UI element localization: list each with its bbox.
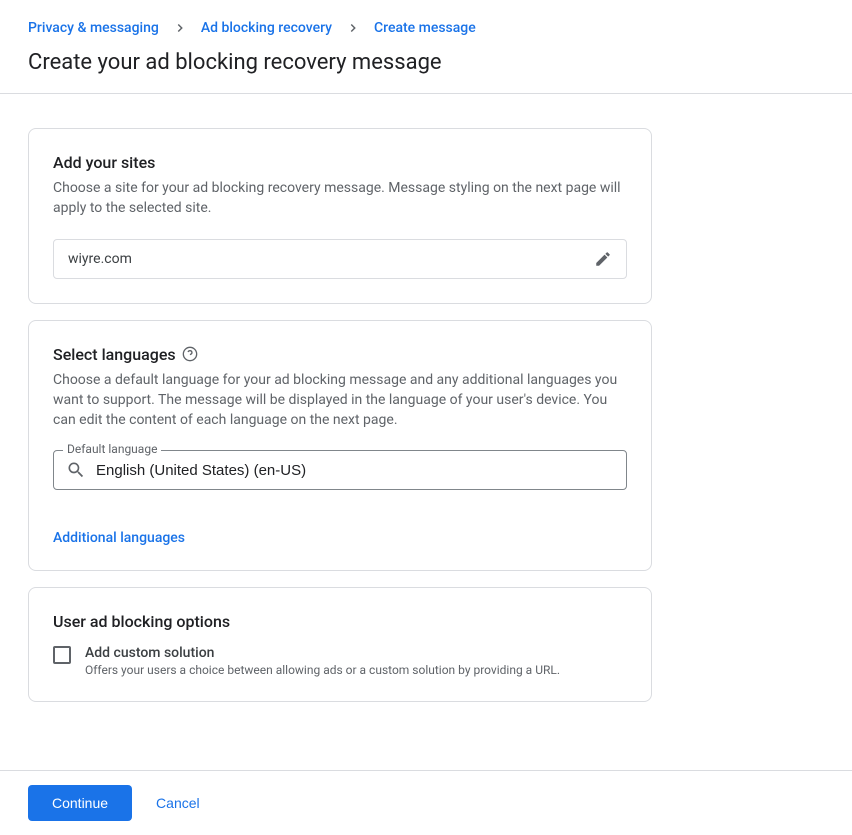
cancel-button[interactable]: Cancel [156,795,200,811]
add-sites-description: Choose a site for your ad blocking recov… [53,178,627,219]
help-icon[interactable] [182,346,198,362]
custom-solution-label: Add custom solution [85,645,560,661]
add-sites-title: Add your sites [53,153,627,172]
default-language-field[interactable] [53,450,627,490]
select-languages-title-text: Select languages [53,345,176,364]
site-value: wiyre.com [68,251,132,267]
chevron-right-icon [346,21,360,35]
user-options-title: User ad blocking options [53,612,627,631]
chevron-right-icon [173,21,187,35]
add-sites-card: Add your sites Choose a site for your ad… [28,128,652,304]
continue-button[interactable]: Continue [28,785,132,821]
default-language-label: Default language [63,442,161,456]
select-languages-description: Choose a default language for your ad bl… [53,370,627,431]
pencil-icon[interactable] [594,250,612,268]
footer-actions: Continue Cancel [0,770,852,835]
search-icon [66,460,86,480]
select-languages-title: Select languages [53,345,627,364]
site-selector[interactable]: wiyre.com [53,239,627,279]
breadcrumb-create[interactable]: Create message [374,20,476,36]
additional-languages-link[interactable]: Additional languages [53,530,185,546]
breadcrumb-adblocking[interactable]: Ad blocking recovery [201,20,332,36]
breadcrumb: Privacy & messaging Ad blocking recovery… [28,20,824,36]
custom-solution-checkbox[interactable] [53,646,71,664]
select-languages-card: Select languages Choose a default langua… [28,320,652,572]
default-language-input[interactable] [96,462,614,479]
breadcrumb-privacy[interactable]: Privacy & messaging [28,20,159,36]
user-options-card: User ad blocking options Add custom solu… [28,587,652,702]
custom-solution-description: Offers your users a choice between allow… [85,663,560,677]
page-title: Create your ad blocking recovery message [28,50,824,75]
